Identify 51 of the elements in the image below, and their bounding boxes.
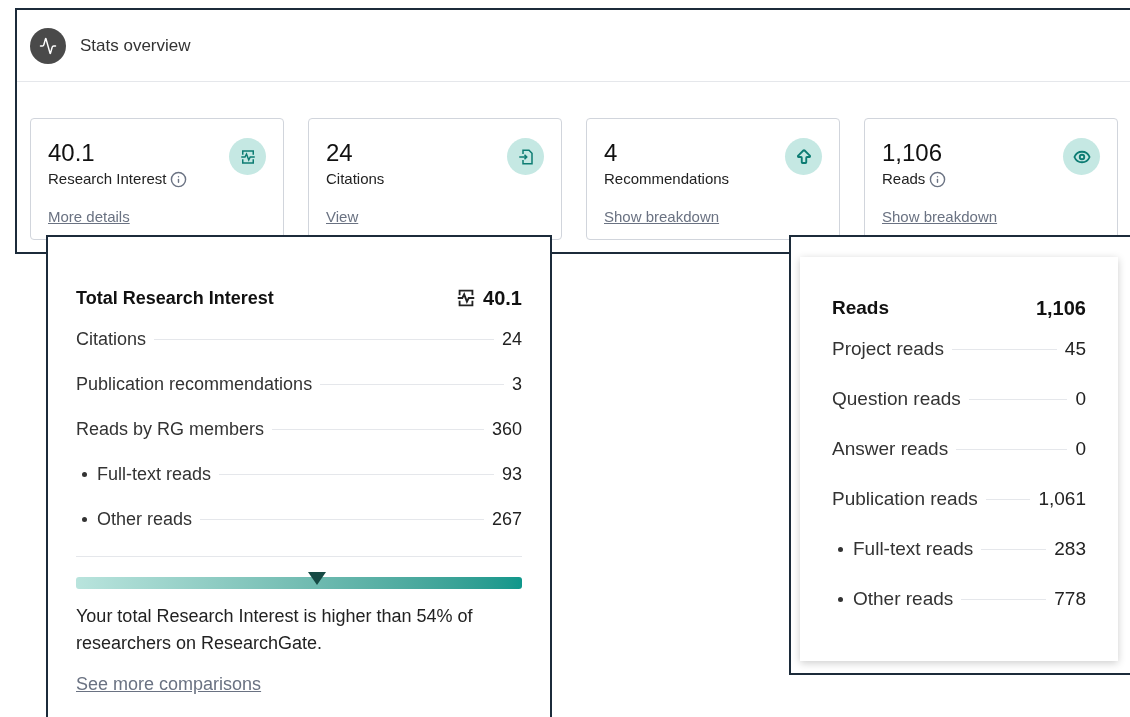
stat-value: 0: [1075, 386, 1086, 411]
info-icon[interactable]: [929, 170, 947, 188]
bullet-icon: [838, 596, 843, 602]
popup-total: 1,106: [1035, 296, 1086, 321]
info-icon[interactable]: [170, 170, 188, 188]
popup-title: Reads: [832, 295, 890, 320]
stat-label: Recommendations: [604, 169, 730, 189]
comparisons-link[interactable]: See more comparisons: [76, 671, 262, 698]
stat-label: Reads by RG members: [76, 418, 265, 441]
stat-label: Research Interest: [48, 169, 167, 189]
arrow-up-icon: [794, 147, 813, 166]
stat-label: Answer reads: [832, 436, 949, 461]
stat-label: Publication recommendations: [76, 373, 313, 396]
stat-value: 778: [1054, 586, 1086, 611]
stat-number: 40.1: [48, 139, 95, 167]
stat-value: 45: [1064, 336, 1086, 361]
document-arrow-icon: [516, 147, 535, 166]
card-link[interactable]: Show breakdown: [604, 205, 720, 228]
bullet-icon: [82, 472, 87, 477]
stat-value: 93: [501, 463, 522, 486]
stat-label: Project reads: [832, 336, 944, 361]
stat-number: 24: [326, 139, 353, 167]
stat-label: Other reads: [97, 508, 193, 531]
stat-label: Full-text reads: [97, 463, 212, 486]
stat-number: 4: [604, 139, 618, 167]
stat-value: 1,061: [1038, 486, 1086, 511]
stat-number: 1,106: [882, 139, 943, 167]
stat-label: Other reads: [853, 586, 954, 611]
stat-label: Publication reads: [832, 486, 978, 511]
stat-label: Reads: [882, 169, 926, 189]
activity-icon: [30, 27, 66, 64]
popup-title: Total Research Interest: [76, 286, 274, 310]
popup-total: 40.1: [483, 286, 522, 311]
comparison-text: Your total Research Interest is higher than 54% of researchers on ResearchGate.: [76, 605, 474, 655]
stat-value: 283: [1054, 536, 1086, 561]
bullet-icon: [82, 517, 87, 522]
panel-title: Stats overview: [80, 34, 191, 57]
stat-value: 360: [491, 418, 522, 441]
card-link[interactable]: More details: [48, 205, 130, 228]
stat-label: Full-text reads: [853, 536, 974, 561]
stat-label: Citations: [326, 169, 385, 189]
stat-label: Citations: [76, 328, 147, 351]
card-link[interactable]: Show breakdown: [882, 205, 998, 228]
stat-label: Question reads: [832, 386, 961, 411]
stat-value: 0: [1075, 436, 1086, 461]
bullet-icon: [838, 546, 843, 552]
stat-value: 267: [491, 508, 522, 531]
stat-value: 3: [512, 373, 522, 396]
card-link[interactable]: View: [326, 205, 359, 228]
stat-value: 24: [501, 328, 522, 351]
activity-chart-icon: [238, 147, 257, 166]
